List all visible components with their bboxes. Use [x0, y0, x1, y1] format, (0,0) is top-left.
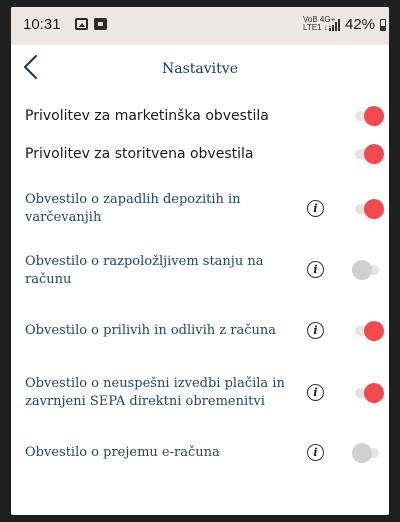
setting-row: Privolitev za storitvena obvestila — [11, 135, 389, 173]
setting-row: Obvestilo o prilivih in odlivih z računa… — [11, 309, 389, 359]
info-icon[interactable]: i — [307, 261, 324, 278]
image-notification-icon — [75, 18, 88, 30]
setting-label: Obvestilo o prejemu e-računa — [25, 445, 220, 460]
setting-row: Obvestilo o razpoložljivem stanju na rač… — [11, 243, 389, 303]
setting-label: Obvestilo o razpoložljivem stanju na rač… — [25, 254, 264, 287]
message-notification-icon — [94, 18, 107, 30]
page-title: Nastavitve — [162, 61, 238, 77]
info-icon[interactable]: i — [307, 384, 324, 401]
setting-toggle[interactable] — [352, 321, 384, 341]
toggle-knob — [364, 321, 384, 341]
battery-percentage: 42% — [345, 16, 376, 33]
toggle-knob — [352, 443, 372, 463]
status-bar: 10:31 VoB 4G+ LTE1 ↓↑ 42% — [11, 7, 389, 45]
setting-toggle[interactable] — [352, 106, 384, 126]
device-frame: 10:31 VoB 4G+ LTE1 ↓↑ 42% Nastavitve Pri… — [0, 0, 400, 522]
setting-toggle[interactable] — [352, 199, 384, 219]
setting-row: Obvestilo o neuspešni izvedbi plačila in… — [11, 365, 389, 425]
setting-toggle[interactable] — [352, 383, 384, 403]
toggle-knob — [364, 199, 384, 219]
toggle-knob — [364, 144, 384, 164]
battery-icon — [380, 19, 386, 31]
app-header: Nastavitve — [11, 45, 389, 95]
setting-toggle[interactable] — [352, 260, 384, 280]
setting-row: Privolitev za marketinška obvestila — [11, 97, 389, 135]
signal-strength-icon — [329, 19, 341, 31]
info-icon[interactable]: i — [307, 444, 324, 461]
setting-label: Privolitev za marketinška obvestila — [25, 108, 269, 124]
setting-row: Obvestilo o prejemu e-računa i — [11, 431, 389, 481]
setting-label: Obvestilo o zapadlih depozitih in varčev… — [25, 192, 241, 225]
toggle-knob — [364, 106, 384, 126]
toggle-knob — [352, 260, 372, 280]
setting-toggle[interactable] — [352, 443, 384, 463]
status-time: 10:31 — [23, 16, 61, 33]
setting-label: Obvestilo o neuspešni izvedbi plačila in… — [25, 376, 285, 409]
app-screen: 10:31 VoB 4G+ LTE1 ↓↑ 42% Nastavitve Pri… — [11, 7, 389, 515]
setting-toggle[interactable] — [352, 144, 384, 164]
toggle-knob — [364, 383, 384, 403]
setting-label: Obvestilo o prilivih in odlivih z računa — [25, 323, 277, 338]
setting-row: Obvestilo o zapadlih depozitih in varčev… — [11, 181, 389, 241]
info-icon[interactable]: i — [307, 200, 324, 217]
setting-label: Privolitev za storitvena obvestila — [25, 146, 254, 162]
info-icon[interactable]: i — [307, 322, 324, 339]
